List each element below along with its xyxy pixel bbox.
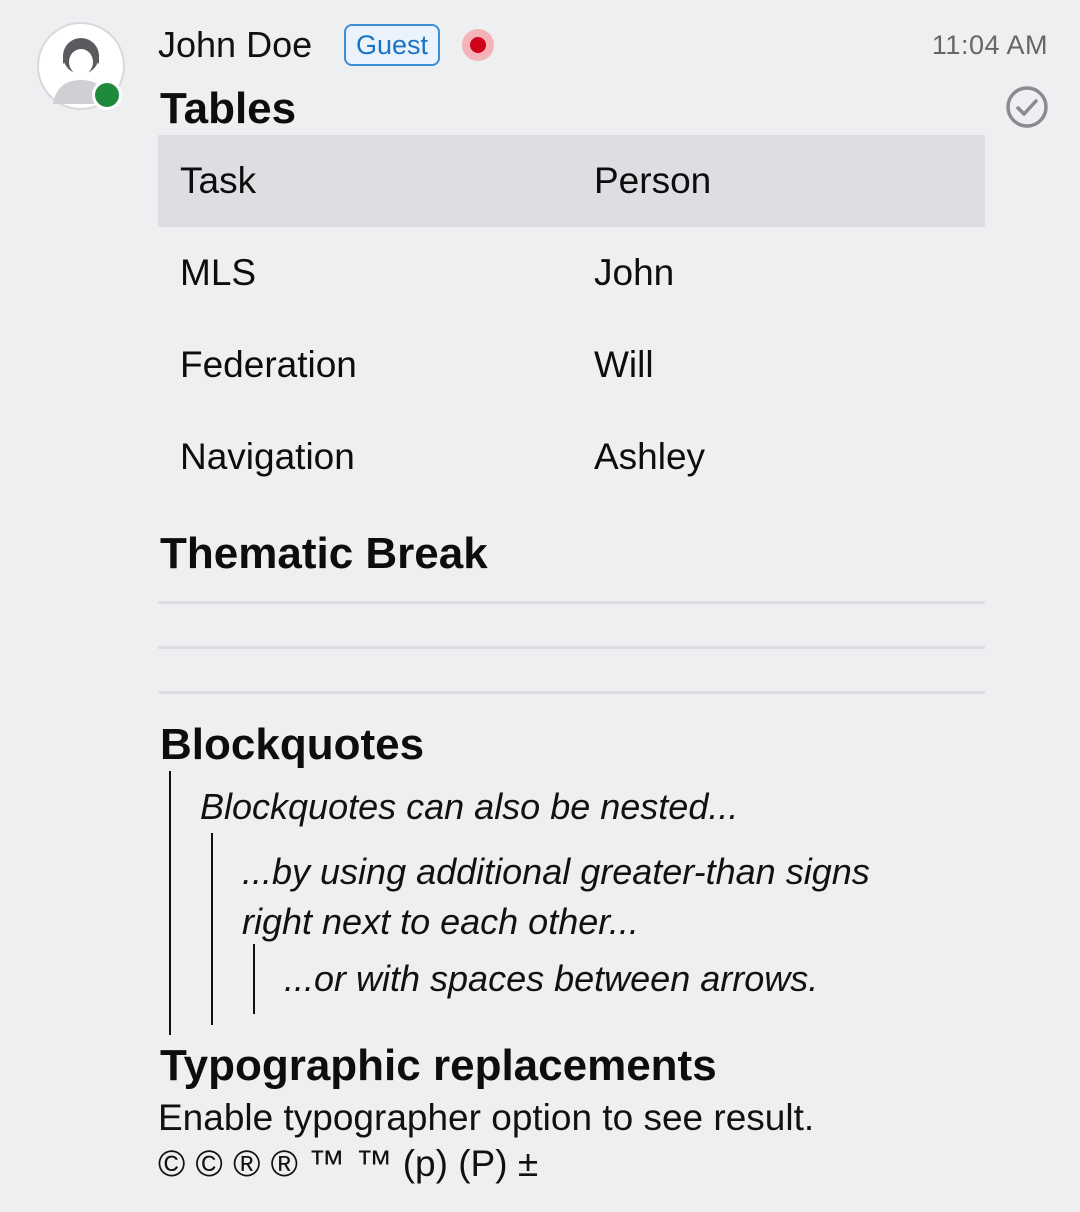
markdown-table: Task Person MLS John Federation Will Nav…: [158, 135, 985, 503]
table-cell: John: [594, 252, 675, 293]
table-row: Federation Will: [158, 319, 985, 411]
table-row: MLS John: [158, 227, 985, 319]
horizontal-rule: [158, 691, 985, 694]
blockquote-text-1: Blockquotes can also be nested...: [200, 786, 739, 827]
column-header: Task: [180, 160, 257, 201]
blockquotes-heading: Blockquotes: [160, 720, 425, 769]
guest-badge: Guest: [344, 24, 441, 66]
thematic-break-heading: Thematic Break: [160, 529, 488, 578]
typographic-heading: Typographic replacements: [160, 1041, 717, 1090]
typographic-paragraph: Enable typographer option to see result.…: [158, 1095, 814, 1187]
typographic-line-2: © © ® ® ™ ™ (p) (P) ±: [158, 1143, 539, 1184]
blockquote-text-2: ...by using additional greater-than sign…: [242, 851, 870, 942]
blockquote-text-3: ...or with spaces between arrows.: [284, 958, 819, 999]
table-cell: Navigation: [180, 436, 355, 477]
message-header: John Doe Guest 11:04 AM: [158, 20, 1048, 70]
author-name[interactable]: John Doe: [158, 24, 312, 66]
table-cell: Ashley: [594, 436, 706, 477]
recording-dot-icon: [462, 29, 494, 61]
horizontal-rule: [158, 601, 985, 604]
message-timestamp: 11:04 AM: [931, 30, 1048, 60]
table-cell: MLS: [180, 252, 257, 293]
table-row: Navigation Ashley: [158, 411, 985, 503]
typographic-line-1: Enable typographer option to see result.: [158, 1097, 815, 1138]
tables-heading: Tables: [160, 84, 297, 133]
horizontal-rule: [158, 646, 985, 649]
column-header: Person: [594, 160, 712, 201]
table-header-row: Task Person: [158, 135, 985, 227]
presence-online-indicator: [92, 80, 122, 110]
table-cell: Will: [594, 344, 654, 385]
table-cell: Federation: [180, 344, 357, 385]
check-circle-icon: [1006, 86, 1048, 128]
